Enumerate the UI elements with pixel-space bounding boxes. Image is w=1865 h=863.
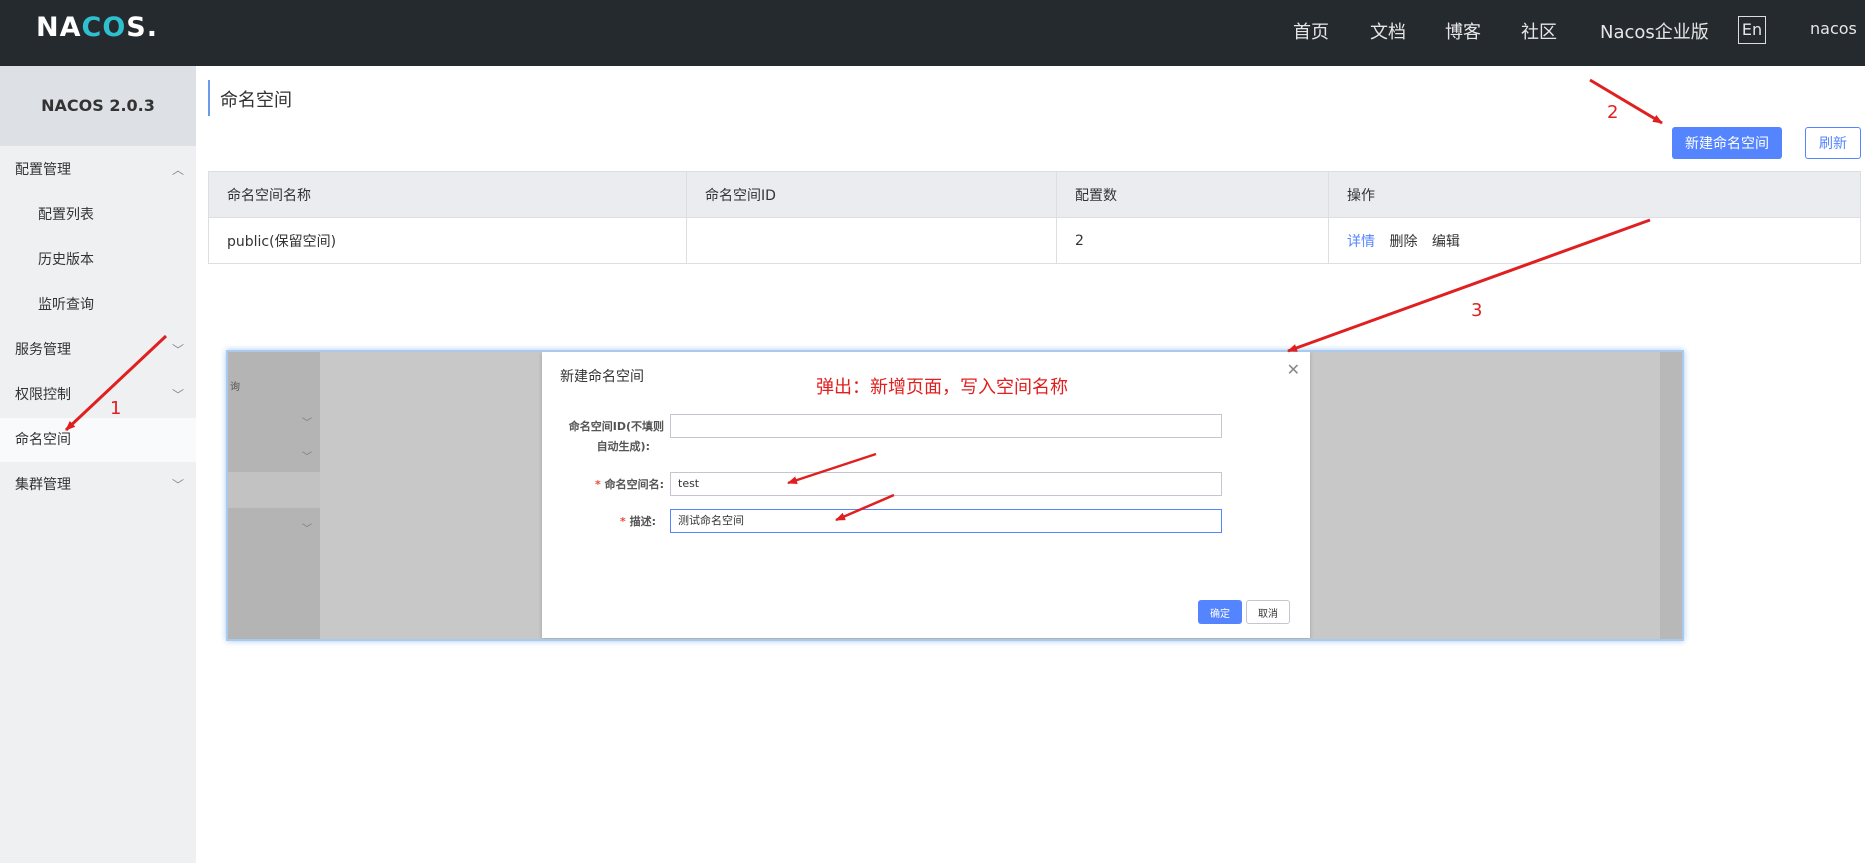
cell-namespace-name: public(保留空间) <box>208 217 687 264</box>
namespace-name-label-text: 命名空间名: <box>604 478 664 491</box>
column-header-id[interactable]: 命名空间ID <box>686 171 1057 218</box>
sidebar-item-cluster-management[interactable]: 集群管理 ﹀ <box>0 463 196 507</box>
cancel-button[interactable]: 取消 <box>1246 600 1290 624</box>
description-label: * 描述: <box>620 515 656 528</box>
sidebar-version-title: NACOS 2.0.3 <box>0 66 196 146</box>
refresh-button[interactable]: 刷新 <box>1805 127 1861 159</box>
annotation-note: 弹出：新增页面，写入空间名称 <box>816 377 1068 398</box>
nav-link-enterprise[interactable]: Nacos企业版 <box>1600 18 1709 44</box>
screenshot-sidebar-text: 询 <box>230 382 240 393</box>
namespace-id-label-line1: 命名空间ID(不填则 <box>568 420 664 433</box>
sidebar-item-label: 配置管理 <box>15 162 71 178</box>
details-link[interactable]: 详情 <box>1347 234 1375 250</box>
chevron-up-icon: ︿ <box>171 163 184 177</box>
annotation-step-3: 3 <box>1471 300 1483 321</box>
nav-link-blog[interactable]: 博客 <box>1445 18 1481 44</box>
table-header-row: 命名空间名称 命名空间ID 配置数 操作 <box>208 171 1861 218</box>
sidebar-item-history[interactable]: 历史版本 <box>0 238 196 282</box>
nacos-console: NACOS. 首页 文档 博客 社区 Nacos企业版 En nacos NAC… <box>0 0 1865 863</box>
sidebar-item-service-management[interactable]: 服务管理 ﹀ <box>0 328 196 372</box>
logo-text-main: NA <box>36 12 82 43</box>
chevron-down-icon: ﹀ <box>302 452 312 463</box>
sidebar-item-listener-query[interactable]: 监听查询 <box>0 283 196 327</box>
chevron-down-icon: ﹀ <box>171 478 184 492</box>
column-header-name[interactable]: 命名空间名称 <box>208 171 687 218</box>
chevron-down-icon: ﹀ <box>171 388 184 402</box>
sidebar-item-namespace[interactable]: 命名空间 <box>0 418 196 462</box>
sidebar-item-label: 服务管理 <box>15 342 71 358</box>
annotation-arrow-2 <box>1589 78 1663 125</box>
sidebar-item-label: 配置列表 <box>38 207 94 223</box>
table-row: public(保留空间) 2 详情 删除 编辑 <box>208 217 1861 264</box>
namespace-id-input[interactable] <box>670 414 1222 438</box>
screenshot-sidebar-fragment: 询 ﹀ ﹀ ﹀ <box>228 352 320 639</box>
nav-link-community[interactable]: 社区 <box>1521 18 1557 44</box>
user-name[interactable]: nacos <box>1810 19 1857 38</box>
top-navigation-bar: NACOS. 首页 文档 博客 社区 Nacos企业版 En nacos <box>0 0 1865 66</box>
logo-text-tail: S. <box>126 12 158 43</box>
edit-link[interactable]: 编辑 <box>1432 234 1460 250</box>
sidebar: NACOS 2.0.3 配置管理 ︿ 配置列表 历史版本 监听查询 服务管理 ﹀… <box>0 66 196 863</box>
sidebar-item-config-list[interactable]: 配置列表 <box>0 193 196 237</box>
delete-link[interactable]: 删除 <box>1389 234 1417 250</box>
cell-namespace-id <box>686 217 1057 264</box>
language-switch-button[interactable]: En <box>1738 16 1766 44</box>
cell-actions: 详情 删除 编辑 <box>1328 217 1861 264</box>
sidebar-item-label: 历史版本 <box>38 252 94 268</box>
column-header-actions: 操作 <box>1328 171 1861 218</box>
description-label-text: 描述: <box>629 515 656 528</box>
dialog-title: 新建命名空间 <box>560 369 644 385</box>
cell-config-count: 2 <box>1056 217 1329 264</box>
logo-text-accent: CO <box>81 12 127 43</box>
chevron-down-icon: ﹀ <box>302 524 312 535</box>
nacos-logo[interactable]: NACOS. <box>36 12 158 43</box>
screenshot-scroll-area <box>1660 352 1682 639</box>
page-title-block: 命名空间 <box>208 80 292 116</box>
sidebar-item-config-management[interactable]: 配置管理 ︿ <box>0 148 196 192</box>
namespace-id-label-line2: 自动生成): <box>596 440 650 453</box>
description-input[interactable]: 测试命名空间 <box>670 509 1222 533</box>
close-icon[interactable]: ✕ <box>1287 360 1300 379</box>
nav-link-home[interactable]: 首页 <box>1293 18 1329 44</box>
annotation-step-1: 1 <box>110 398 122 419</box>
sidebar-item-label: 权限控制 <box>15 387 71 403</box>
confirm-button[interactable]: 确定 <box>1198 600 1242 624</box>
namespace-name-label: * 命名空间名: <box>595 478 664 491</box>
chevron-down-icon: ﹀ <box>302 418 312 429</box>
page-title: 命名空间 <box>220 90 292 111</box>
nav-link-docs[interactable]: 文档 <box>1370 18 1406 44</box>
column-header-config-count[interactable]: 配置数 <box>1056 171 1329 218</box>
namespace-name-input[interactable]: test <box>670 472 1222 496</box>
sidebar-item-label: 监听查询 <box>38 297 94 313</box>
sidebar-item-access-control[interactable]: 权限控制 ﹀ <box>0 373 196 417</box>
sidebar-item-label: 集群管理 <box>15 477 71 493</box>
create-namespace-button[interactable]: 新建命名空间 <box>1672 127 1782 159</box>
sidebar-item-label: 命名空间 <box>15 432 71 448</box>
chevron-down-icon: ﹀ <box>171 343 184 357</box>
annotation-step-2: 2 <box>1607 102 1619 123</box>
screenshot-sidebar-highlight <box>228 472 320 508</box>
namespace-table: 命名空间名称 命名空间ID 配置数 操作 public(保留空间) 2 详情 删… <box>208 171 1861 264</box>
